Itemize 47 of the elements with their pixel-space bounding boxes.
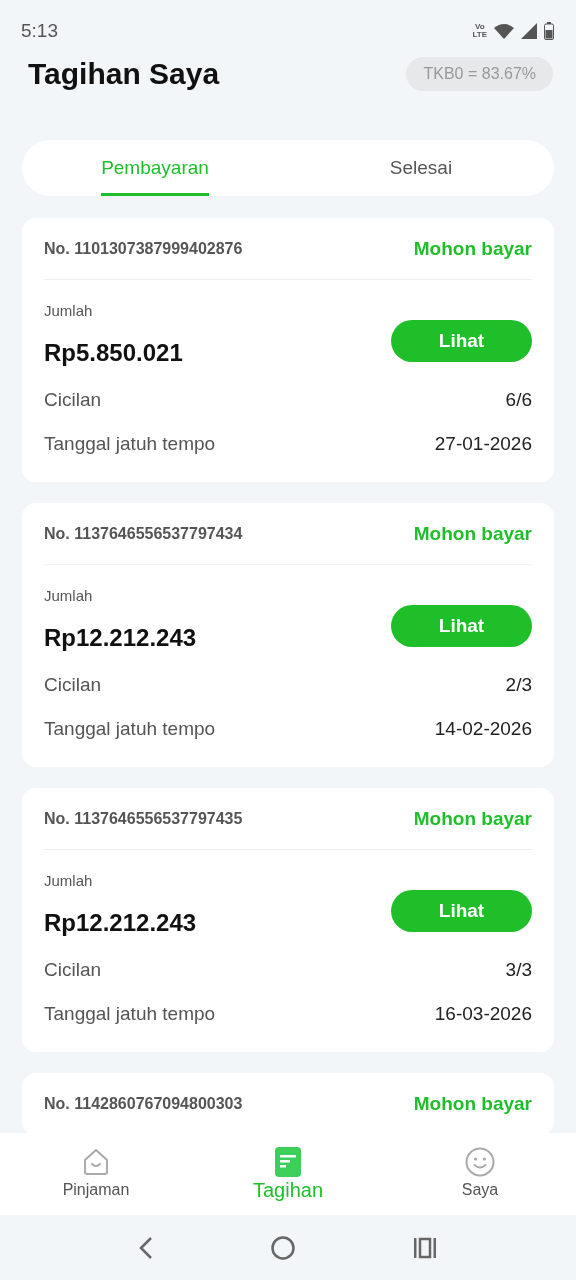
bill-status: Mohon bayar (413, 1092, 532, 1115)
detail-label: Cicilan (44, 674, 102, 696)
bill-status: Mohon bayar (413, 807, 532, 830)
bill-status: Mohon bayar (413, 522, 532, 545)
home-icon (81, 1147, 111, 1177)
detail-value: 6/6 (505, 389, 532, 411)
bill-number: No. 1137646556537797434 (44, 524, 243, 543)
amount-label: Jumlah (44, 301, 94, 321)
detail-label: Tanggal jatuh tempo (44, 433, 216, 455)
detail-value: 27-01-2026 (434, 433, 532, 455)
bill-status: Mohon bayar (413, 237, 532, 260)
bill-number: No. 1101307387999402876 (44, 239, 243, 258)
back-icon[interactable] (139, 1235, 153, 1260)
wifi-icon (494, 23, 514, 39)
detail-label: Cicilan (44, 959, 102, 981)
bill-number: No. 1142860767094800303 (44, 1094, 243, 1113)
rate-badge: TKB0 = 83.67% (406, 57, 553, 91)
detail-value: 2/3 (505, 674, 532, 696)
detail-label: Tanggal jatuh tempo (44, 1003, 216, 1025)
smiley-icon (465, 1147, 495, 1177)
amount-value: Rp12.212.243 (44, 623, 197, 653)
nav-tab[interactable]: Tagihan (252, 1133, 324, 1215)
page-title: Tagihan Saya (28, 57, 220, 91)
bill-number: No. 1137646556537797435 (44, 809, 243, 828)
volte-icon: Vo LTE (472, 23, 487, 39)
view-button[interactable]: Lihat (391, 320, 532, 362)
detail-label: Cicilan (44, 389, 102, 411)
signal-icon (521, 23, 537, 39)
detail-value: 16-03-2026 (434, 1003, 532, 1025)
amount-label: Jumlah (44, 871, 94, 891)
amount-label: Jumlah (44, 586, 94, 606)
view-button[interactable]: Lihat (391, 890, 532, 932)
detail-label: Tanggal jatuh tempo (44, 718, 216, 740)
detail-value: 3/3 (505, 959, 532, 981)
tab[interactable]: Pembayaran (101, 140, 209, 196)
amount-value: Rp12.212.243 (44, 908, 197, 938)
bill-icon (275, 1147, 301, 1177)
amount-value: Rp5.850.021 (44, 338, 183, 368)
view-button[interactable]: Lihat (391, 605, 532, 647)
battery-icon (544, 22, 554, 40)
status-time: 5:13 (21, 20, 58, 42)
detail-value: 14-02-2026 (434, 718, 532, 740)
recent-apps-icon[interactable] (413, 1235, 437, 1260)
nav-tab[interactable]: Saya (461, 1133, 499, 1215)
home-button-icon[interactable] (271, 1235, 295, 1260)
nav-tab[interactable]: Pinjaman (62, 1133, 130, 1215)
tab[interactable]: Selesai (389, 140, 453, 196)
